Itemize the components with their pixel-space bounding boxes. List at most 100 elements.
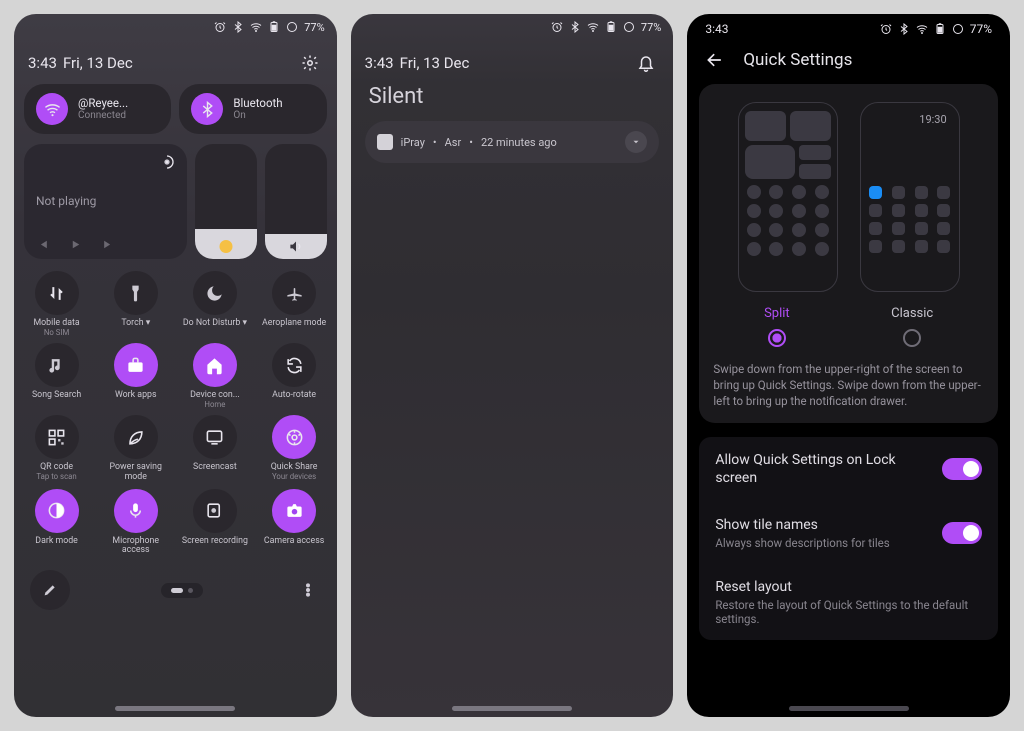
option-classic[interactable]: Classic bbox=[891, 306, 933, 347]
qs-tile-home[interactable]: Device con...Home bbox=[178, 343, 251, 409]
bluetooth-tile[interactable]: BluetoothOn bbox=[179, 84, 326, 134]
qs-tile-camera[interactable]: Camera access bbox=[258, 489, 331, 556]
mic-icon bbox=[114, 489, 158, 533]
data-saver-icon bbox=[952, 23, 964, 35]
qs-tile-record[interactable]: Screen recording bbox=[178, 489, 251, 556]
wifi-sub: Connected bbox=[78, 110, 128, 122]
tile-label: QR codeTap to scan bbox=[36, 463, 76, 481]
tile-label: Mobile dataNo SIM bbox=[33, 319, 79, 337]
media-output-icon[interactable] bbox=[159, 154, 175, 170]
tile-label: Microphone access bbox=[99, 537, 172, 556]
nav-handle[interactable] bbox=[115, 706, 235, 711]
media-title: Not playing bbox=[36, 194, 96, 208]
record-icon bbox=[193, 489, 237, 533]
bluetooth-icon bbox=[569, 21, 581, 33]
tile-label: Do Not Disturb ▾ bbox=[183, 319, 247, 329]
clock: 3:43 bbox=[705, 22, 728, 36]
toggle-on[interactable] bbox=[942, 522, 982, 544]
radio-selected[interactable] bbox=[768, 329, 786, 347]
tile-label: Aeroplane mode bbox=[262, 319, 326, 329]
setting-reset-layout[interactable]: Reset layoutRestore the layout of Quick … bbox=[699, 564, 998, 640]
setting-title: Reset layout bbox=[715, 578, 982, 596]
qs-tile-briefcase[interactable]: Work apps bbox=[99, 343, 172, 409]
battery-icon bbox=[268, 21, 280, 33]
setting-title: Allow Quick Settings on Lock screen bbox=[715, 451, 930, 487]
radio-unselected[interactable] bbox=[903, 329, 921, 347]
bt-sub: On bbox=[233, 110, 282, 122]
nav-handle[interactable] bbox=[452, 706, 572, 711]
qs-tile-rotate[interactable]: Auto-rotate bbox=[258, 343, 331, 409]
back-button[interactable] bbox=[705, 50, 725, 70]
qs-tile-qr[interactable]: QR codeTap to scan bbox=[20, 415, 93, 482]
wifi-tile[interactable]: @Reyee...Connected bbox=[24, 84, 171, 134]
notification-settings-button[interactable] bbox=[633, 50, 659, 76]
brightness-slider[interactable] bbox=[195, 144, 257, 259]
date-bar: 3:43Fri, 13 Dec bbox=[14, 40, 337, 84]
wifi-icon bbox=[916, 23, 928, 35]
arrows-updown-icon bbox=[35, 271, 79, 315]
notification-item[interactable]: iPray • Asr • 22 minutes ago bbox=[365, 121, 660, 163]
qs-tile-plane[interactable]: Aeroplane mode bbox=[258, 271, 331, 337]
qs-tile-note[interactable]: Song Search bbox=[20, 343, 93, 409]
page-title: Quick Settings bbox=[743, 50, 852, 70]
qs-tile-moon[interactable]: Do Not Disturb ▾ bbox=[178, 271, 251, 337]
qs-tile-share[interactable]: Quick ShareYour devices bbox=[258, 415, 331, 482]
qs-tile-grid: Mobile dataNo SIM Torch ▾ Do Not Disturb… bbox=[14, 259, 337, 556]
wifi-icon bbox=[587, 21, 599, 33]
nav-handle[interactable] bbox=[789, 706, 909, 711]
more-menu-button[interactable] bbox=[295, 577, 321, 603]
media-card[interactable]: Not playing bbox=[24, 144, 187, 259]
notif-subject: Asr bbox=[445, 136, 462, 149]
preview-time: 19:30 bbox=[867, 111, 953, 128]
prev-icon[interactable] bbox=[36, 238, 49, 251]
toggle-on[interactable] bbox=[942, 458, 982, 480]
volume-icon bbox=[288, 239, 303, 254]
flashlight-icon bbox=[114, 271, 158, 315]
qs-tile-cast[interactable]: Screencast bbox=[178, 415, 251, 482]
option-split[interactable]: Split bbox=[764, 306, 790, 347]
qs-tile-flashlight[interactable]: Torch ▾ bbox=[99, 271, 172, 337]
tile-label: Power saving mode bbox=[99, 463, 172, 482]
expand-button[interactable] bbox=[625, 131, 647, 153]
qs-tile-leaf[interactable]: Power saving mode bbox=[99, 415, 172, 482]
note-icon bbox=[35, 343, 79, 387]
description: Swipe down from the upper-right of the s… bbox=[713, 361, 984, 409]
section-heading: Silent bbox=[351, 84, 674, 121]
battery-percent: 77% bbox=[304, 21, 324, 34]
tile-label: Auto-rotate bbox=[272, 391, 316, 401]
settings-button[interactable] bbox=[297, 50, 323, 76]
setting-lock-screen[interactable]: Allow Quick Settings on Lock screen bbox=[699, 437, 998, 501]
setting-title: Show tile names bbox=[715, 516, 930, 534]
play-icon[interactable] bbox=[69, 238, 82, 251]
split-preview[interactable] bbox=[738, 102, 838, 292]
rotate-icon bbox=[272, 343, 316, 387]
bt-name: Bluetooth bbox=[233, 97, 282, 110]
qs-tile-mic[interactable]: Microphone access bbox=[99, 489, 172, 556]
classic-label: Classic bbox=[891, 306, 933, 321]
share-icon bbox=[272, 415, 316, 459]
alarm-icon bbox=[880, 23, 892, 35]
battery-percent: 77% bbox=[641, 21, 661, 34]
tile-label: Dark mode bbox=[35, 537, 78, 547]
bluetooth-icon bbox=[191, 93, 223, 125]
tile-label: Camera access bbox=[264, 537, 324, 547]
classic-preview[interactable]: 19:30 bbox=[860, 102, 960, 292]
briefcase-icon bbox=[114, 343, 158, 387]
notif-app: iPray bbox=[401, 136, 425, 149]
app-icon bbox=[377, 134, 393, 150]
bluetooth-icon bbox=[232, 21, 244, 33]
tile-label: Quick ShareYour devices bbox=[271, 463, 318, 481]
volume-slider[interactable] bbox=[265, 144, 327, 259]
edit-tiles-button[interactable] bbox=[30, 570, 70, 610]
setting-tile-names[interactable]: Show tile namesAlways show descriptions … bbox=[699, 502, 998, 564]
qs-tile-contrast[interactable]: Dark mode bbox=[20, 489, 93, 556]
wifi-icon bbox=[36, 93, 68, 125]
page-indicator[interactable] bbox=[161, 583, 203, 598]
bluetooth-icon bbox=[898, 23, 910, 35]
quick-settings-config: 3:43 77% Quick Settings 19:30 bbox=[687, 14, 1010, 717]
quick-settings-panel-expanded: 77% 3:43Fri, 13 Dec @Reyee...Connected B… bbox=[14, 14, 337, 717]
tile-label: Screencast bbox=[193, 463, 237, 473]
next-icon[interactable] bbox=[102, 238, 115, 251]
date: Fri, 13 Dec bbox=[63, 54, 133, 72]
qs-tile-arrows-updown[interactable]: Mobile dataNo SIM bbox=[20, 271, 93, 337]
